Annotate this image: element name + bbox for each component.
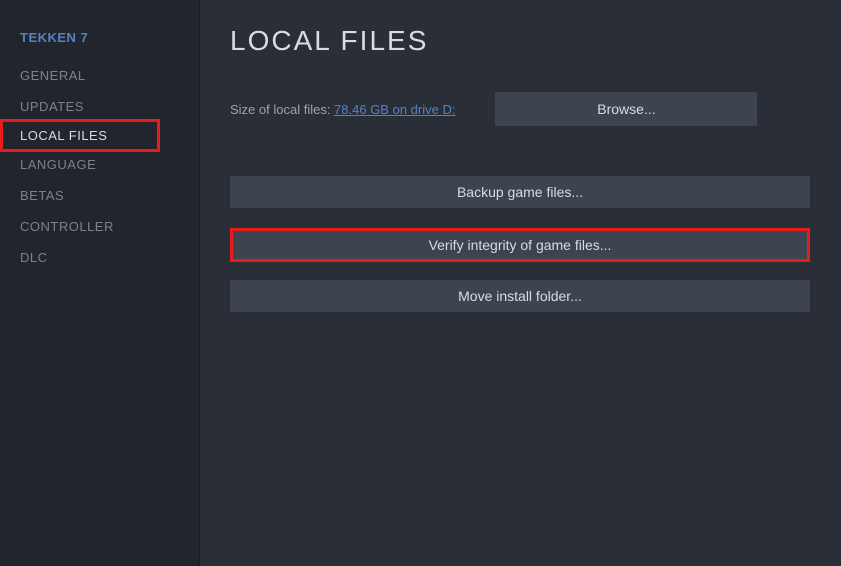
size-label-text: Size of local files: <box>230 102 334 117</box>
size-value[interactable]: 78.46 GB on drive D: <box>334 102 455 117</box>
sidebar: TEKKEN 7 GENERAL UPDATES LOCAL FILES LAN… <box>0 0 200 566</box>
backup-button[interactable]: Backup game files... <box>230 176 810 208</box>
sidebar-item-general[interactable]: GENERAL <box>0 60 199 91</box>
browse-button[interactable]: Browse... <box>495 92 757 126</box>
sidebar-item-dlc[interactable]: DLC <box>0 242 199 273</box>
main-panel: LOCAL FILES Size of local files: 78.46 G… <box>200 0 841 566</box>
sidebar-item-language[interactable]: LANGUAGE <box>0 149 199 180</box>
game-title: TEKKEN 7 <box>0 25 199 60</box>
sidebar-item-updates[interactable]: UPDATES <box>0 91 199 122</box>
size-label: Size of local files: 78.46 GB on drive D… <box>230 102 455 117</box>
size-row: Size of local files: 78.46 GB on drive D… <box>230 92 811 126</box>
page-title: LOCAL FILES <box>230 25 811 57</box>
sidebar-item-betas[interactable]: BETAS <box>0 180 199 211</box>
sidebar-item-controller[interactable]: CONTROLLER <box>0 211 199 242</box>
sidebar-item-local-files[interactable]: LOCAL FILES <box>0 119 160 152</box>
verify-button[interactable]: Verify integrity of game files... <box>230 228 810 262</box>
move-button[interactable]: Move install folder... <box>230 280 810 312</box>
